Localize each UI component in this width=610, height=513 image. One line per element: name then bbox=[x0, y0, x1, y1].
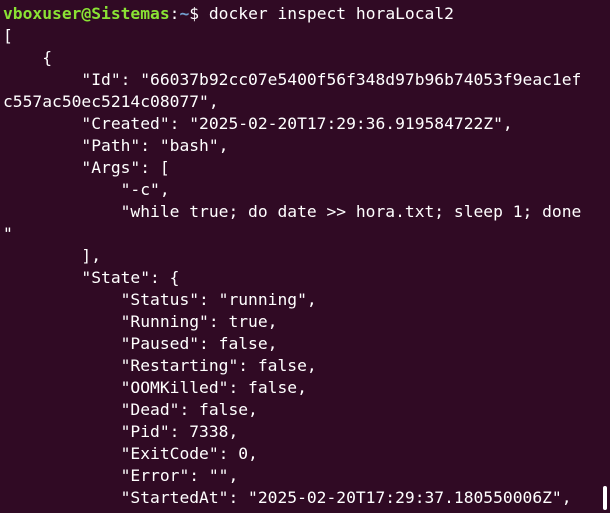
prompt-symbol: $ bbox=[189, 4, 209, 23]
output-line: "Status": "running", bbox=[3, 290, 317, 309]
terminal-window[interactable]: vboxuser@Sistemas:~$ docker inspect hora… bbox=[0, 0, 610, 513]
command-text: docker inspect horaLocal2 bbox=[208, 4, 454, 23]
output-line: "ExitCode": 0, bbox=[3, 444, 258, 463]
command-output: [ { "Id": "66037b92cc07e5400f56f348d97b9… bbox=[3, 25, 610, 509]
scrollbar-thumb[interactable] bbox=[603, 486, 607, 510]
prompt-user-host: vboxuser@Sistemas bbox=[3, 4, 170, 23]
output-line: "Path": "bash", bbox=[3, 136, 229, 155]
output-line: "Id": "66037b92cc07e5400f56f348d97b96b74… bbox=[3, 70, 582, 89]
prompt-line: vboxuser@Sistemas:~$ docker inspect hora… bbox=[3, 3, 610, 25]
output-line: "State": { bbox=[3, 268, 180, 287]
prompt-path: ~ bbox=[179, 4, 190, 23]
output-line: "StartedAt": "2025-02-20T17:29:37.180550… bbox=[3, 488, 572, 507]
output-line: "Restarting": false, bbox=[3, 356, 317, 375]
output-line: { bbox=[3, 48, 53, 67]
output-line: "Error": "", bbox=[3, 466, 239, 485]
output-line: "Dead": false, bbox=[3, 400, 258, 419]
output-line: "OOMKilled": false, bbox=[3, 378, 307, 397]
output-line: "while true; do date >> hora.txt; sleep … bbox=[3, 202, 582, 221]
output-line: "Created": "2025-02-20T17:29:36.91958472… bbox=[3, 114, 513, 133]
output-line: "Paused": false, bbox=[3, 334, 278, 353]
output-line: "Args": [ bbox=[3, 158, 170, 177]
output-line: ], bbox=[3, 246, 102, 265]
output-line: "-c", bbox=[3, 180, 170, 199]
output-line: c557ac50ec5214c08077", bbox=[3, 92, 219, 111]
prompt-separator: : bbox=[169, 4, 180, 23]
output-line: [ bbox=[3, 26, 13, 45]
output-line: "Pid": 7338, bbox=[3, 422, 239, 441]
output-line: " bbox=[3, 224, 13, 243]
output-line: "Running": true, bbox=[3, 312, 278, 331]
